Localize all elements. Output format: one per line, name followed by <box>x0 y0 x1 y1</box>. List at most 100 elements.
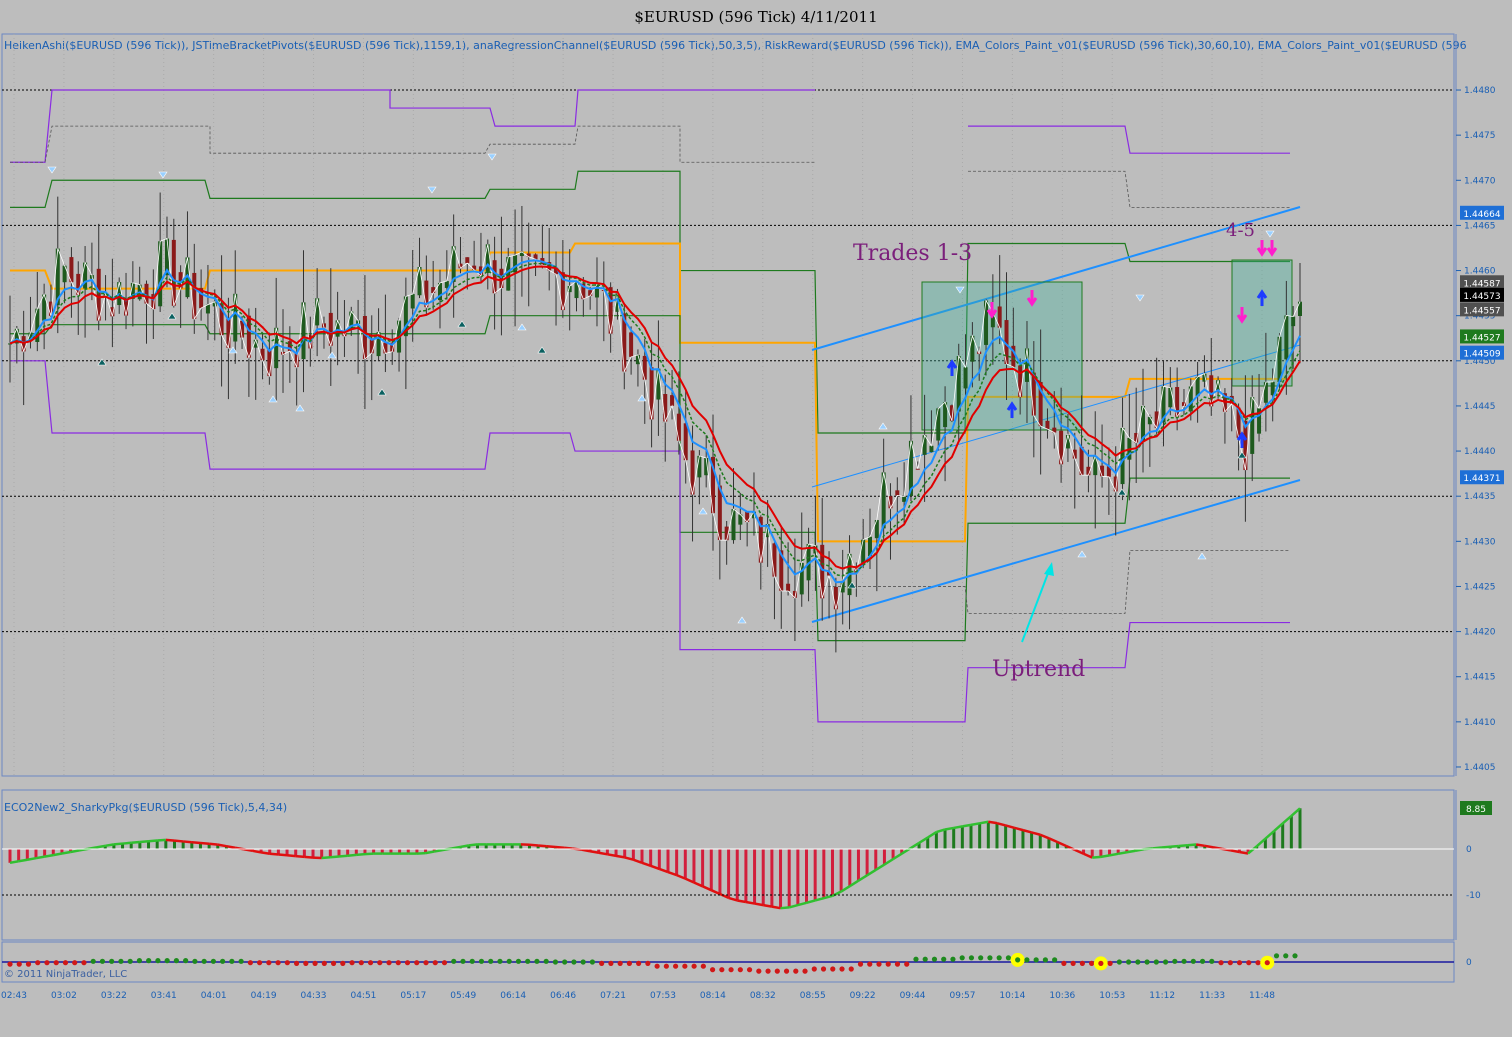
signal-dot <box>136 958 143 964</box>
signal-dot <box>266 960 272 966</box>
oscillator-line <box>1100 854 1110 859</box>
signal-dot <box>1098 960 1104 967</box>
oscillator-line <box>191 840 201 845</box>
oscillator-line <box>538 844 547 848</box>
signal-dot <box>386 960 392 966</box>
time-axis: 02:43 03:02 03:22 03:41 04:01 04:19 04:33 04:51… <box>1 991 1275 1001</box>
bottom-panel[interactable]: © 2011 NinjaTrader, LLC <box>1 941 1455 983</box>
signal-dot <box>626 960 632 967</box>
signal-dot <box>1181 958 1187 964</box>
oscillator-line <box>217 843 227 848</box>
oscillator-line <box>260 851 270 855</box>
signal-dot <box>62 960 69 966</box>
signal-dot <box>488 958 494 964</box>
oscillator-line <box>35 855 45 860</box>
oscillator-line <box>53 852 63 857</box>
signal-dot <box>959 955 965 961</box>
signal-dot <box>978 955 984 961</box>
signal-dot <box>192 958 198 964</box>
candle-body <box>1147 416 1152 425</box>
candle-body <box>629 332 634 357</box>
signal-dot <box>109 958 115 964</box>
signal-dot <box>1052 957 1058 963</box>
signal-dot <box>857 961 864 967</box>
oscillator-line <box>347 853 357 857</box>
candle-body <box>642 355 647 380</box>
signal-dot <box>1070 960 1076 967</box>
signal-dot <box>44 960 50 966</box>
signal-dot <box>146 958 152 964</box>
time-label: 10:36 <box>1049 991 1075 1001</box>
bottom-axis: 0 <box>1466 958 1472 968</box>
signal-dot <box>968 955 975 961</box>
signal-dot <box>682 963 688 969</box>
oscillator-line <box>338 854 348 858</box>
signal-dot <box>904 961 910 967</box>
candle-body <box>369 339 374 354</box>
candle-body <box>492 260 497 294</box>
signal-dot <box>802 968 808 974</box>
time-label: 05:49 <box>450 991 476 1001</box>
signal-dot <box>673 963 679 969</box>
signal-dot <box>1190 958 1196 964</box>
price-tick-label: 1.4440 <box>1464 447 1496 457</box>
price-tick-label: 1.4480 <box>1464 86 1496 96</box>
candle-body <box>1045 420 1050 430</box>
signal-dot <box>1089 960 1095 967</box>
signal-dot <box>404 960 411 966</box>
signal-dot <box>867 961 873 967</box>
signal-dot <box>765 968 771 974</box>
signal-dot <box>25 961 32 967</box>
oscillator-panel[interactable]: ECO2New2_SharkyPkg($EURUSD (596 Tick),5,… <box>1 789 1455 941</box>
signal-dot <box>913 956 919 962</box>
signal-dot <box>349 960 355 966</box>
signal-dot <box>1116 959 1122 965</box>
oscillator-line <box>295 854 305 859</box>
trade-box-4-5 <box>1231 259 1293 387</box>
oscillator-line <box>1239 850 1249 855</box>
oscillator-line <box>1230 849 1240 854</box>
price-badge-label: 1.44587 <box>1463 279 1500 289</box>
candle-body <box>929 445 934 453</box>
signal-dot <box>1162 959 1169 965</box>
signal-dot <box>201 958 207 964</box>
oscillator-line <box>1161 845 1171 849</box>
signal-dot <box>1246 960 1252 966</box>
signal-dot <box>663 963 669 969</box>
signal-dot <box>7 961 13 967</box>
signal-dot <box>617 960 623 967</box>
signal-dot <box>1292 953 1298 959</box>
signal-dot <box>1283 953 1289 959</box>
oscillator-caption: ECO2New2_SharkyPkg($EURUSD (596 Tick),5,… <box>4 801 287 814</box>
oscillator-line <box>174 839 184 843</box>
signal-dot <box>1033 957 1039 963</box>
signal-dot <box>562 959 568 965</box>
oscillator-line <box>1195 843 1205 848</box>
oscillator-tick-label: -10 <box>1466 891 1481 901</box>
signal-dot <box>53 960 59 966</box>
signal-dot <box>321 960 327 967</box>
time-label: 04:01 <box>201 991 227 1001</box>
bottom-tick-label: 0 <box>1466 958 1472 968</box>
signal-dot <box>571 959 577 965</box>
signal-dot <box>1264 960 1270 966</box>
price-panel[interactable]: HeikenAshi($EURUSD (596 Tick)), JSTimeBr… <box>1 33 1467 777</box>
signal-dot <box>81 960 87 966</box>
candle-body <box>205 304 210 314</box>
time-label: 03:02 <box>51 991 77 1001</box>
time-label: 05:17 <box>400 991 426 1001</box>
candle-body <box>485 244 490 273</box>
oscillator-line <box>165 838 175 842</box>
oscillator-line <box>1178 843 1188 848</box>
signal-dot <box>478 958 485 964</box>
oscillator-line <box>321 855 331 860</box>
signal-dot <box>229 958 235 964</box>
oscillator-line <box>157 838 166 842</box>
candle-body <box>786 583 791 592</box>
candle-body <box>410 294 415 309</box>
signal-dot <box>987 955 993 961</box>
candle-body <box>902 496 907 502</box>
time-label: 02:43 <box>1 991 27 1001</box>
candle-body <box>670 395 675 406</box>
signal-dot <box>599 960 605 967</box>
